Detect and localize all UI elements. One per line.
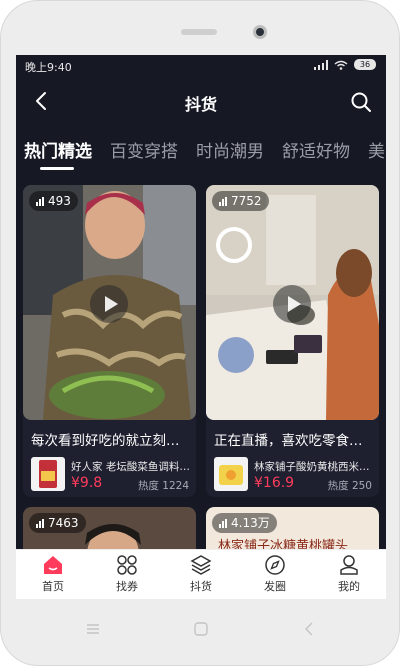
app-screen: 晚上9:40 36 抖货 热门精选 百变穿搭 时尚潮男 舒适好物 美 493 每… bbox=[16, 55, 386, 599]
tabbar-label: 发圈 bbox=[264, 580, 286, 593]
product-package-image bbox=[39, 460, 57, 488]
tab-men-fashion[interactable]: 时尚潮男 bbox=[196, 137, 264, 162]
view-count-badge: 7463 bbox=[29, 513, 86, 533]
status-time: 晚上9:40 bbox=[25, 61, 72, 74]
app-header: 抖货 bbox=[16, 77, 386, 129]
back-key-icon[interactable] bbox=[301, 621, 317, 637]
home-icon bbox=[44, 556, 62, 574]
card-title: 每次看到好吃的就立刻… bbox=[31, 433, 180, 449]
view-count: 7463 bbox=[48, 516, 79, 530]
tabbar-home[interactable]: 首页 bbox=[23, 554, 83, 594]
phone-frame: 晚上9:40 36 抖货 热门精选 百变穿搭 时尚潮男 舒适好物 美 493 每… bbox=[0, 0, 400, 666]
bar-chart-icon bbox=[36, 196, 44, 206]
bar-chart-icon bbox=[36, 518, 44, 528]
card-title: 正在直播，喜欢吃零食… bbox=[214, 433, 363, 449]
grid-icon bbox=[117, 555, 137, 575]
tab-outfits[interactable]: 百变穿搭 bbox=[110, 137, 178, 162]
bar-chart-icon bbox=[219, 518, 227, 528]
product-card[interactable]: 493 每次看到好吃的就立刻… 好人家 老坛酸菜鱼调料… ¥9.8 热度 122… bbox=[23, 185, 196, 497]
person-icon bbox=[340, 555, 358, 575]
signal-icon bbox=[314, 59, 328, 70]
search-icon[interactable] bbox=[350, 91, 372, 113]
tabbar-label: 首页 bbox=[42, 580, 64, 593]
view-count: 7752 bbox=[231, 194, 262, 208]
product-thumbnail[interactable] bbox=[214, 457, 248, 491]
view-count: 4.13万 bbox=[231, 516, 270, 530]
product-package-image bbox=[219, 465, 243, 485]
compass-icon bbox=[265, 555, 285, 575]
product-name: 好人家 老坛酸菜鱼调料… bbox=[71, 461, 190, 473]
tab-hot-picks[interactable]: 热门精选 bbox=[24, 137, 92, 162]
play-button[interactable] bbox=[90, 285, 128, 323]
play-button[interactable] bbox=[273, 285, 311, 323]
tabbar-label: 抖货 bbox=[190, 580, 212, 593]
product-price: ¥16.9 bbox=[254, 475, 295, 491]
tab-comfort-goods[interactable]: 舒适好物 bbox=[282, 137, 350, 162]
product-thumbnail[interactable] bbox=[31, 457, 65, 491]
tabbar-profile[interactable]: 我的 bbox=[319, 554, 379, 594]
tabbar-douhuo[interactable]: 抖货 bbox=[171, 554, 231, 594]
home-key-icon[interactable] bbox=[193, 621, 209, 637]
view-count-badge: 4.13万 bbox=[212, 513, 277, 533]
view-count-badge: 493 bbox=[29, 191, 78, 211]
bar-chart-icon bbox=[219, 196, 227, 206]
video-thumbnail[interactable]: 7752 bbox=[206, 185, 379, 420]
hardware-nav-keys bbox=[1, 599, 400, 659]
phone-bezel-top bbox=[1, 1, 400, 55]
layers-icon bbox=[190, 555, 212, 575]
heat-value: 热度 250 bbox=[327, 480, 372, 492]
menu-key-icon[interactable] bbox=[85, 621, 101, 637]
status-bar: 晚上9:40 36 bbox=[16, 55, 386, 77]
bottom-tab-bar: 首页 找券 抖货 发圈 我的 bbox=[16, 549, 386, 599]
tabbar-coupons[interactable]: 找券 bbox=[97, 554, 157, 594]
heat-value: 热度 1224 bbox=[137, 480, 189, 492]
front-camera bbox=[253, 25, 267, 39]
product-price: ¥9.8 bbox=[71, 475, 103, 491]
video-thumbnail[interactable]: 493 bbox=[23, 185, 196, 420]
speaker-grille bbox=[181, 29, 217, 35]
battery-indicator: 36 bbox=[354, 59, 376, 70]
tabbar-moments[interactable]: 发圈 bbox=[245, 554, 305, 594]
view-count: 493 bbox=[48, 194, 71, 208]
tab-beauty[interactable]: 美 bbox=[368, 137, 385, 162]
tabbar-label: 找券 bbox=[116, 580, 138, 593]
page-title: 抖货 bbox=[184, 95, 217, 114]
view-count-badge: 7752 bbox=[212, 191, 269, 211]
product-card[interactable]: 7752 正在直播，喜欢吃零食… 林家铺子酸奶黄桃西米… ¥16.9 热度 25… bbox=[206, 185, 379, 497]
status-icons: 36 bbox=[314, 59, 376, 70]
product-name: 林家铺子酸奶黄桃西米… bbox=[254, 461, 370, 473]
wifi-icon bbox=[334, 60, 348, 70]
tabbar-label: 我的 bbox=[338, 580, 360, 593]
active-tab-indicator bbox=[40, 167, 74, 170]
